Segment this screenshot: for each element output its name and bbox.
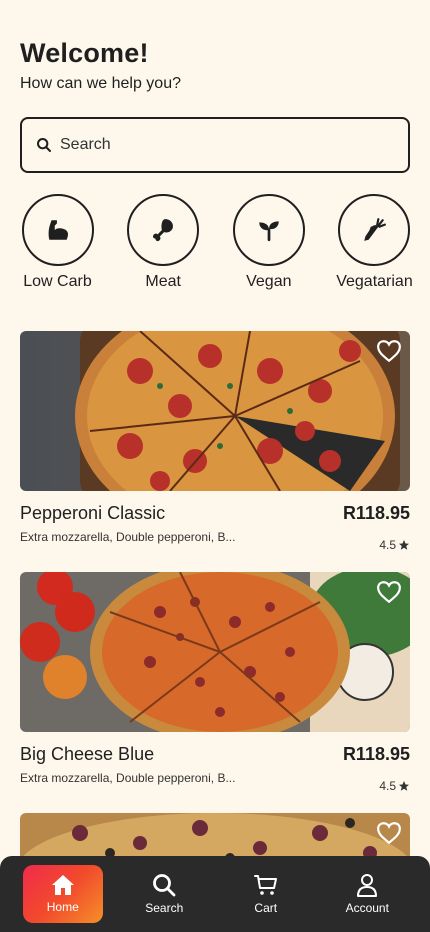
sprout-icon [259,221,279,242]
category-icon-circle [127,194,200,266]
category-low-carb[interactable]: Low Carb [6,194,109,291]
product-card[interactable]: Big Cheese Blue R118.95 Extra mozzarella… [20,572,410,793]
category-icon-circle [21,194,94,266]
heart-icon[interactable] [376,821,402,845]
category-vegetarian[interactable]: Vegatarian [323,194,426,291]
rating-value: 4.5 [379,779,396,793]
product-description: Extra mozzarella, Double pepperoni, B... [20,771,236,785]
star-icon [399,540,409,550]
category-vegan[interactable]: Vegan [217,194,320,291]
category-icon-circle [232,194,305,266]
user-icon [357,874,378,897]
product-name: Pepperoni Classic [20,503,166,523]
category-label: Low Carb [23,273,92,290]
search-input[interactable] [60,136,380,154]
nav-search[interactable]: Search [124,865,204,923]
category-label: Vegan [246,273,292,290]
product-name: Big Cheese Blue [20,744,155,764]
page-subtitle: How can we help you? [20,75,181,92]
nav-cart-label: Cart [254,901,278,915]
drumstick-icon [153,219,174,242]
nav-cart[interactable]: Cart [226,865,306,923]
category-icon-circle [338,194,411,266]
search-icon [153,874,176,897]
nav-search-label: Search [145,901,184,915]
nav-home[interactable]: Home [22,865,103,923]
product-image[interactable] [20,331,410,491]
cheese-pizza-image [20,572,410,732]
category-meat[interactable]: Meat [112,194,215,291]
header: Welcome! How can we help you? [20,38,181,93]
search-bar[interactable] [20,117,410,173]
nav-account[interactable]: Account [327,865,407,923]
home-icon [51,875,74,895]
carrot-icon [364,218,387,241]
product-meta-row: Extra mozzarella, Double pepperoni, B...… [20,771,410,793]
rating-value: 4.5 [379,538,396,552]
product-meta-row: Extra mozzarella, Double pepperoni, B...… [20,530,410,552]
product-card[interactable]: Pepperoni Classic R118.95 Extra mozzarel… [20,331,410,552]
nav-account-label: Account [345,901,389,915]
product-price: R118.95 [342,744,410,764]
product-image[interactable] [20,572,410,732]
star-icon [399,781,409,791]
search-icon [37,138,51,152]
bicep-icon [48,220,68,240]
cart-icon [253,875,277,895]
product-description: Extra mozzarella, Double pepperoni, B... [20,530,236,544]
product-title-row: Big Cheese Blue R118.95 [20,744,410,765]
bottom-nav: Home Search Cart Account [0,856,430,932]
heart-icon[interactable] [376,580,402,604]
category-label: Vegatarian [336,273,413,290]
page-title: Welcome! [20,38,149,68]
product-title-row: Pepperoni Classic R118.95 [20,503,410,524]
category-label: Meat [145,273,181,290]
product-price: R118.95 [342,503,410,523]
product-rating: 4.5 [379,779,410,793]
category-list: Low Carb Meat Vegan Vegatarian [0,194,430,291]
heart-icon[interactable] [376,339,402,363]
product-rating: 4.5 [379,538,410,552]
nav-home-label: Home [46,900,79,914]
pepperoni-pizza-image [20,331,410,491]
